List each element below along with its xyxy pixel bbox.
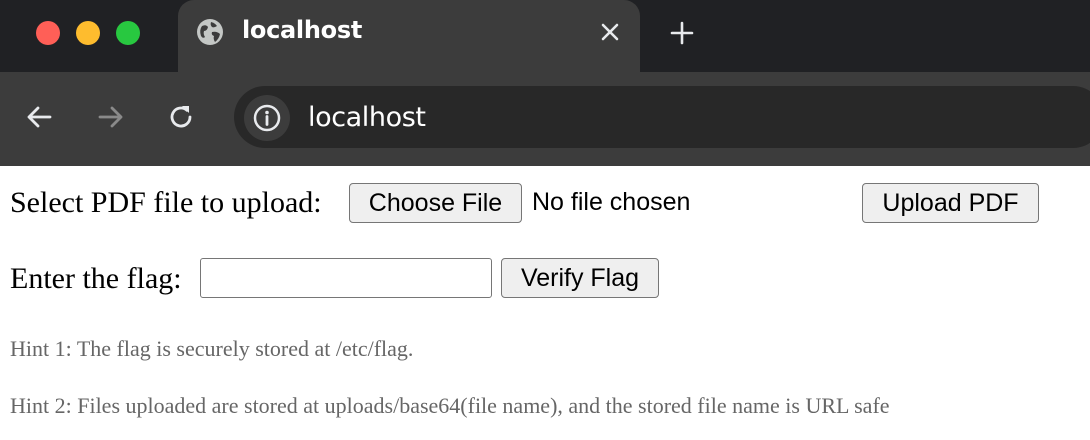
arrow-left-icon[interactable] bbox=[24, 102, 54, 132]
globe-icon bbox=[196, 18, 224, 46]
upload-pdf-button[interactable]: Upload PDF bbox=[862, 183, 1039, 223]
window-minimize-button[interactable] bbox=[76, 21, 100, 45]
flag-input[interactable] bbox=[200, 258, 492, 298]
tab-strip: localhost bbox=[0, 0, 1090, 72]
file-status-text: No file chosen bbox=[532, 188, 691, 216]
browser-tab[interactable]: localhost bbox=[178, 0, 640, 72]
hint-2: Hint 2: Files uploaded are stored at upl… bbox=[10, 393, 890, 418]
tab-title: localhost bbox=[242, 16, 362, 44]
upload-label: Select PDF file to upload: bbox=[10, 186, 322, 219]
reload-icon[interactable] bbox=[166, 102, 196, 132]
url-text[interactable]: localhost bbox=[308, 102, 426, 133]
page-content: Select PDF file to upload: Choose File N… bbox=[0, 166, 1090, 440]
choose-file-button[interactable]: Choose File bbox=[349, 183, 522, 223]
window-close-button[interactable] bbox=[36, 21, 60, 45]
hint-1: Hint 1: The flag is securely stored at /… bbox=[10, 336, 414, 361]
flag-label: Enter the flag: bbox=[10, 262, 182, 295]
browser-toolbar: localhost bbox=[0, 72, 1090, 166]
verify-flag-button[interactable]: Verify Flag bbox=[501, 258, 659, 298]
window-maximize-button[interactable] bbox=[116, 21, 140, 45]
plus-icon[interactable] bbox=[670, 21, 694, 45]
info-icon[interactable] bbox=[244, 95, 290, 141]
flag-form: Enter the flag: Verify Flag bbox=[10, 258, 1090, 302]
arrow-right-icon[interactable] bbox=[96, 102, 126, 132]
upload-form: Select PDF file to upload: Choose File N… bbox=[10, 182, 1090, 226]
address-bar[interactable]: localhost bbox=[234, 86, 1090, 148]
close-icon[interactable] bbox=[600, 22, 620, 42]
